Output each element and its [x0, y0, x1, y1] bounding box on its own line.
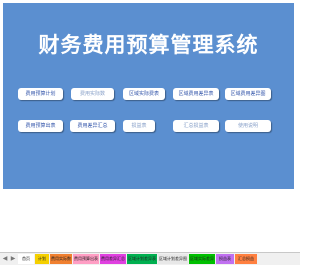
empty-sheet-area — [0, 189, 300, 249]
sheet-tab-7[interactable]: 区域实际差异 — [189, 254, 215, 264]
sheet-tab-4[interactable]: 费用差异汇总 — [100, 254, 126, 264]
income-statement-button[interactable]: 损益表 — [123, 120, 155, 132]
sheet-tab-0[interactable]: 首页 — [18, 254, 34, 264]
sheet-tab-2[interactable]: 费用实际数 — [50, 254, 72, 264]
budget-plan-button[interactable]: 费用预算计划 — [18, 88, 63, 100]
region-variance-table-button[interactable]: 区域费用差异表 — [173, 88, 219, 100]
page-title: 财务费用预算管理系统 — [38, 33, 259, 57]
summary-income-button[interactable]: 汇总损益表 — [173, 120, 219, 132]
sheet-tab-3[interactable]: 费用预算出表 — [73, 254, 99, 264]
next-sheet-icon[interactable]: ▶ — [9, 254, 17, 264]
sheet-tab-6[interactable]: 区域计划差异图 — [158, 254, 188, 264]
dashboard-panel: 财务费用预算管理系统 费用预算计划 费用实际数 区域实际费表 区域费用差异表 区… — [3, 3, 294, 189]
prev-sheet-icon[interactable]: ◀ — [1, 254, 9, 264]
region-variance-chart-button[interactable]: 区域费用差异图 — [225, 88, 271, 100]
sheet-tab-8[interactable]: 损益表 — [216, 254, 234, 264]
sheet-tab-9[interactable]: 汇总损益 — [235, 254, 257, 264]
sheet-tab-bar: ◀ ▶ 首页 计划 费用实际数 费用预算出表 费用差异汇总 区域计划差异表 区域计划差异图区… — [0, 252, 300, 265]
sheet-tab-1[interactable]: 计划 — [35, 254, 49, 264]
actual-expense-button[interactable]: 费用实际数 — [71, 88, 114, 100]
sheet-tab-5[interactable]: 区域计划差异表 — [127, 254, 157, 264]
instructions-button[interactable]: 使用说明 — [225, 120, 271, 132]
variance-summary-button[interactable]: 费用差异汇总 — [70, 120, 115, 132]
budget-output-button[interactable]: 费用预算出表 — [18, 120, 63, 132]
region-actual-table-button[interactable]: 区域实际费表 — [123, 88, 165, 100]
